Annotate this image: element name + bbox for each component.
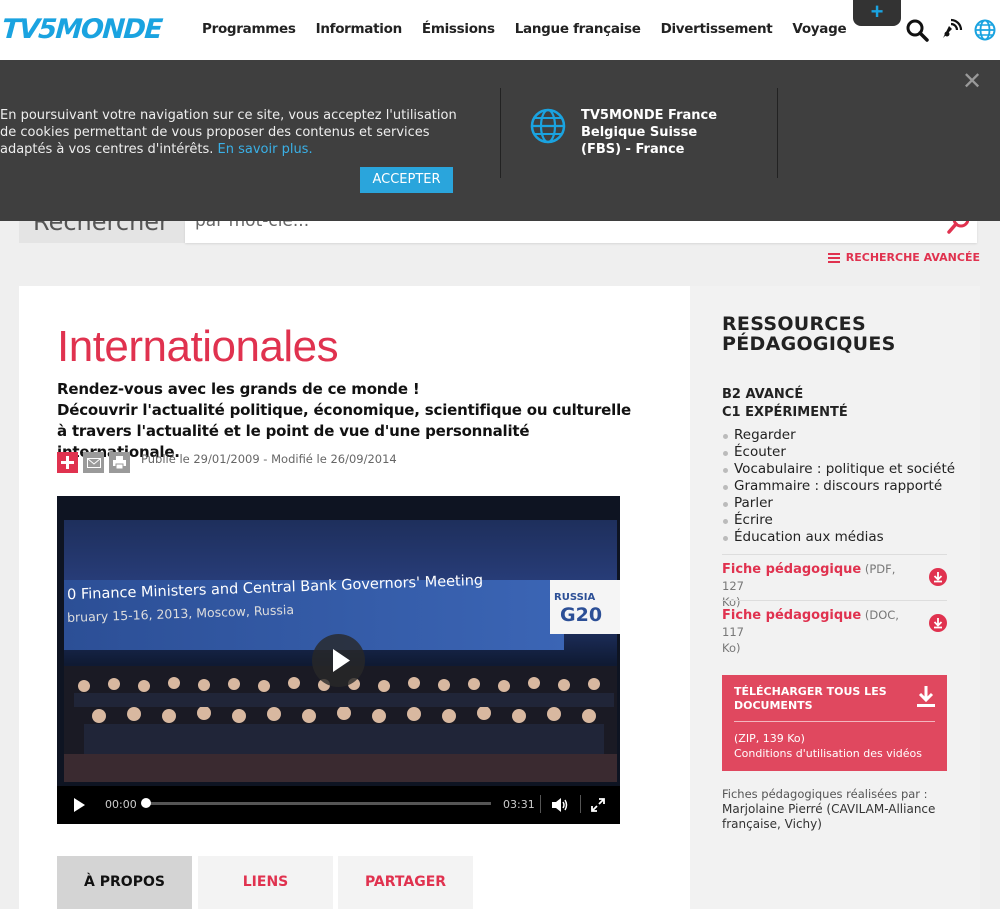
divider [722, 554, 947, 555]
cookie-more-link[interactable]: En savoir plus. [218, 142, 313, 157]
resources-title: RESSOURCES PÉDAGOGIQUES [722, 313, 896, 355]
download-icon [917, 686, 935, 707]
resource-item-education-medias[interactable]: Éducation aux médias [722, 529, 955, 546]
divider [540, 795, 541, 813]
menu-icon [827, 252, 840, 263]
accept-cookies-button[interactable]: ACCEPTER [360, 167, 453, 193]
globe-icon[interactable] [973, 18, 997, 42]
globe-icon [530, 108, 566, 144]
volume-icon[interactable] [551, 797, 569, 813]
cookie-banner: En poursuivant votre navigation sur ce s… [0, 60, 1000, 221]
tab-liens[interactable]: LIENS [198, 856, 333, 909]
play-icon [333, 649, 350, 672]
download-all-button[interactable]: TÉLÉCHARGER TOUS LES DOCUMENTS (ZIP, 139… [722, 675, 947, 771]
region-selector[interactable]: TV5MONDE France Belgique Suisse (FBS) - … [581, 107, 741, 158]
nav-divertissement[interactable]: Divertissement [651, 21, 783, 37]
level-b2: B2 AVANCÉ [722, 387, 804, 402]
level-c1: C1 EXPÉRIMENTÉ [722, 405, 848, 420]
current-time: 00:00 [105, 798, 137, 811]
video-conditions-link[interactable]: Conditions d'utilisation des vidéos [734, 746, 922, 761]
fiche-doc-link[interactable]: Fiche pédagogique (DOC, 117 Ko) [722, 607, 912, 656]
play-button[interactable] [312, 634, 365, 687]
fullscreen-icon[interactable] [591, 798, 605, 812]
seek-handle[interactable] [141, 798, 151, 808]
tab-a-propos[interactable]: À PROPOS [57, 856, 192, 909]
nav-emissions[interactable]: Émissions [412, 21, 505, 37]
fiche-pdf-link[interactable]: Fiche pédagogique (PDF, 127 Ko) [722, 561, 912, 610]
duration: 03:31 [503, 798, 535, 811]
zip-size: (ZIP, 139 Ko) [734, 732, 805, 745]
nav-voyage[interactable]: Voyage [782, 21, 856, 37]
resource-item-parler[interactable]: Parler [722, 495, 955, 512]
print-button[interactable] [109, 452, 130, 473]
divider [722, 600, 947, 601]
share-plus-button[interactable] [57, 452, 78, 473]
tab-partager[interactable]: PARTAGER [338, 856, 473, 909]
search-input[interactable]: par mot-clé... [185, 221, 977, 243]
search-icon[interactable] [905, 18, 929, 42]
resource-item-regarder[interactable]: Regarder [722, 427, 955, 444]
top-header: TV5MONDE Programmes Information Émission… [0, 0, 1000, 60]
resource-item-ecrire[interactable]: Écrire [722, 512, 955, 529]
divider [777, 88, 778, 178]
live-broadcast-icon[interactable] [939, 18, 963, 42]
publication-date: Publié le 29/01/2009 - Modifié le 26/09/… [141, 452, 397, 466]
nav-information[interactable]: Information [306, 21, 412, 37]
article-intro: Rendez-vous avec les grands de ce monde … [57, 380, 631, 461]
download-icon[interactable] [929, 614, 947, 632]
cookie-message: En poursuivant votre navigation sur ce s… [0, 107, 460, 158]
play-pause-icon[interactable] [74, 798, 85, 812]
mail-icon [86, 457, 101, 468]
tv5monde-logo[interactable]: TV5MONDE [1, 14, 163, 45]
g20-logo: RUSSIA G20 [550, 580, 620, 634]
credits: Fiches pédagogiques réalisées par : Marj… [722, 787, 936, 831]
print-icon [113, 456, 126, 469]
resource-item-vocabulaire[interactable]: Vocabulaire : politique et société [722, 461, 955, 478]
plus-icon [61, 456, 74, 469]
search-label: Rechercher [19, 221, 185, 243]
resource-item-ecouter[interactable]: Écouter [722, 444, 955, 461]
divider [580, 795, 581, 813]
advanced-search-link[interactable]: RECHERCHE AVANCÉE [827, 251, 980, 264]
nav-langue-francaise[interactable]: Langue française [505, 21, 651, 37]
divider [734, 721, 935, 722]
resource-list: Regarder Écouter Vocabulaire : politique… [722, 427, 955, 546]
main-nav: Programmes Information Émissions Langue … [192, 21, 856, 37]
resource-item-grammaire[interactable]: Grammaire : discours rapporté [722, 478, 955, 495]
download-icon[interactable] [929, 568, 947, 586]
divider [500, 88, 501, 178]
video-controls: 00:00 03:31 [57, 786, 620, 824]
more-menu-button[interactable]: + [853, 0, 901, 26]
seek-bar[interactable] [143, 802, 491, 805]
share-buttons [57, 452, 130, 473]
close-icon[interactable]: ✕ [962, 67, 982, 96]
nav-programmes[interactable]: Programmes [192, 21, 306, 37]
search-submit-icon[interactable] [947, 221, 969, 235]
share-email-button[interactable] [83, 452, 104, 473]
page-title: Internationales [57, 322, 339, 371]
video-player[interactable]: 0 Finance Ministers and Central Bank Gov… [57, 496, 620, 824]
